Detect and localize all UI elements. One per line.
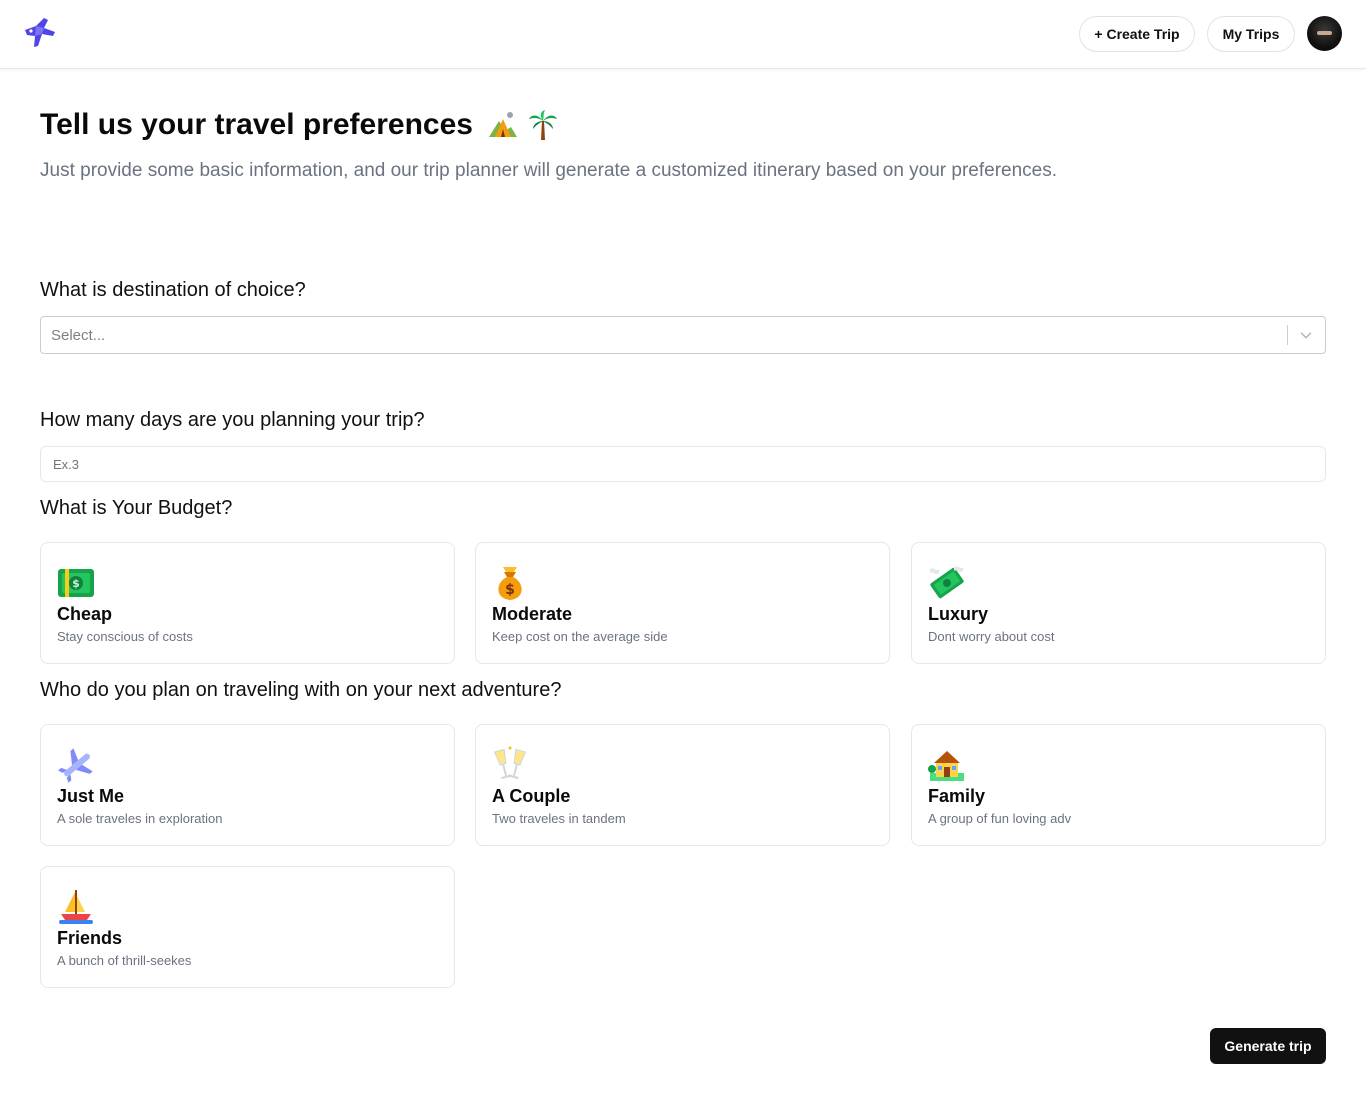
plane-logo-icon[interactable] (22, 16, 58, 50)
option-title: Moderate (492, 604, 573, 624)
option-title: Just Me (57, 786, 125, 806)
select-separator (1287, 325, 1288, 345)
option-description: Keep cost on the average side (492, 629, 668, 644)
option-title: Luxury (928, 604, 989, 624)
option-description: A sole traveles in exploration (57, 811, 223, 826)
option-description: Stay conscious of costs (57, 629, 193, 644)
chevron-down-icon[interactable] (1297, 326, 1315, 344)
money-bag-icon: $ (492, 563, 532, 603)
svg-text:$: $ (72, 577, 80, 590)
destination-label: What is destination of choice? (40, 279, 306, 301)
traveler-option-just-me[interactable]: Just Me A sole traveles in exploration (40, 724, 455, 846)
option-description: Dont worry about cost (928, 629, 1055, 644)
destination-placeholder: Select... (51, 327, 106, 344)
page-subtitle: Just provide some basic information, and… (40, 160, 1058, 181)
title-emojis (487, 109, 559, 141)
my-trips-button[interactable]: My Trips (1207, 16, 1295, 52)
option-description: A group of fun loving adv (928, 811, 1072, 826)
destination-select[interactable]: Select... (40, 316, 1326, 354)
top-navbar: + Create Trip My Trips (0, 0, 1366, 69)
option-description: A bunch of thrill-seekes (57, 953, 192, 968)
user-avatar[interactable] (1307, 16, 1342, 51)
days-label: How many days are you planning your trip… (40, 409, 425, 431)
option-title: Friends (57, 928, 123, 948)
option-description: Two traveles in tandem (492, 811, 626, 826)
option-title: A Couple (492, 786, 571, 806)
dollar-bill-icon: $ (57, 563, 97, 603)
budget-option-moderate[interactable]: $ Moderate Keep cost on the average side (475, 542, 890, 664)
house-icon (928, 745, 968, 785)
option-title: Family (928, 786, 986, 806)
days-input[interactable] (40, 446, 1326, 482)
create-trip-button[interactable]: + Create Trip (1079, 16, 1195, 52)
budget-option-cheap[interactable]: $ Cheap Stay conscious of costs (40, 542, 455, 664)
champagne-glasses-icon (492, 745, 532, 785)
airplane-icon (57, 745, 97, 785)
travelers-label: Who do you plan on traveling with on you… (40, 679, 562, 701)
camping-icon (488, 112, 517, 137)
generate-trip-button[interactable]: Generate trip (1210, 1028, 1326, 1064)
traveler-option-family[interactable]: Family A group of fun loving adv (911, 724, 1326, 846)
page-title: Tell us your travel preferences (40, 108, 559, 142)
sailboat-icon (57, 887, 97, 927)
traveler-option-a-couple[interactable]: A Couple Two traveles in tandem (475, 724, 890, 846)
traveler-option-friends[interactable]: Friends A bunch of thrill-seekes (40, 866, 455, 988)
option-title: Cheap (57, 604, 113, 624)
flying-money-icon (928, 563, 968, 603)
svg-text:$: $ (505, 582, 515, 598)
page-title-text: Tell us your travel preferences (40, 108, 473, 141)
budget-label: What is Your Budget? (40, 497, 233, 519)
budget-option-luxury[interactable]: Luxury Dont worry about cost (911, 542, 1326, 664)
palm-tree-icon (528, 110, 557, 140)
